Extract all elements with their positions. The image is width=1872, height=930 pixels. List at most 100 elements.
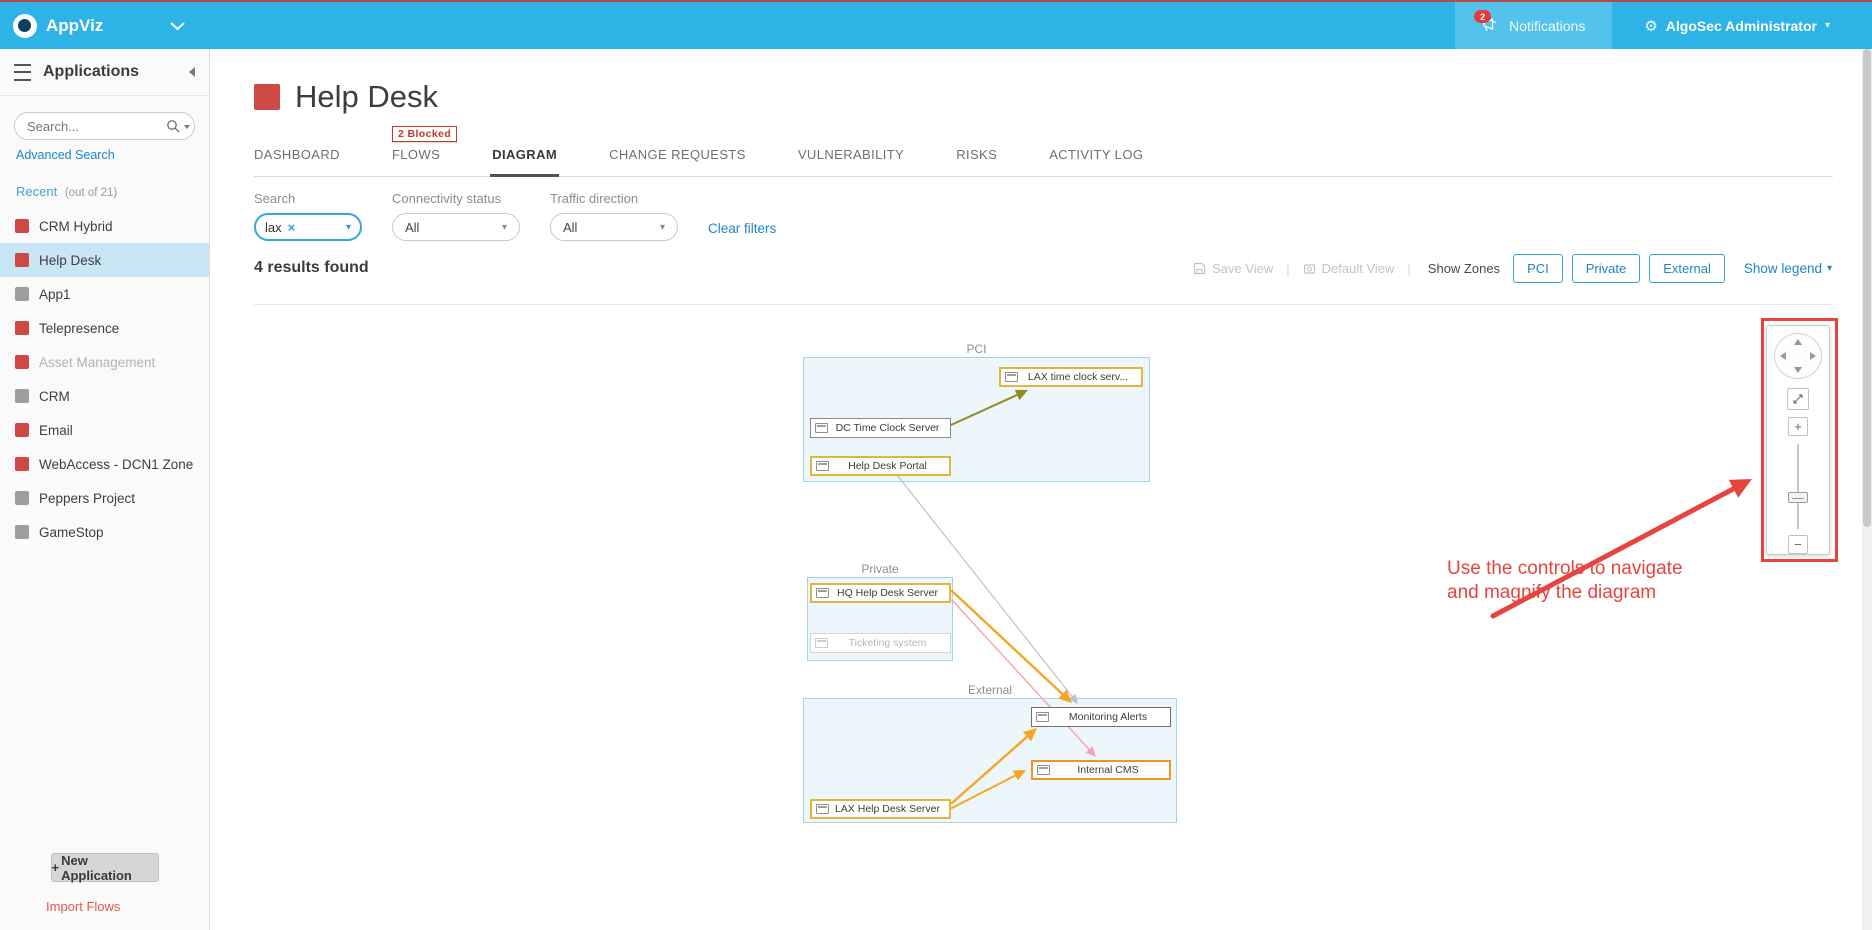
node-help-desk-portal[interactable]: Help Desk Portal [810,456,951,476]
node-label: LAX time clock serv... [1018,371,1141,383]
connectivity-filter-group: Connectivity status All ▾ [392,191,520,241]
brand-name: AppViz [46,16,103,36]
show-legend-link[interactable]: Show legend ▾ [1744,261,1832,276]
server-icon [1005,372,1018,382]
node-monitoring-alerts[interactable]: Monitoring Alerts [1031,707,1171,727]
search-filter-input[interactable]: lax × ▾ [254,213,362,241]
default-view-button[interactable]: Default View [1303,261,1395,276]
tab-activity-log[interactable]: ACTIVITY LOG [1049,147,1143,176]
sidebar-item-crm-hybrid[interactable]: CRM Hybrid [0,209,209,243]
zoom-slider-track [1797,444,1799,529]
pan-left-icon[interactable] [1780,352,1786,360]
chevron-down-icon[interactable] [169,21,186,31]
sidebar-search [14,112,195,140]
app-label: Help Desk [39,253,101,268]
sidebar-item-email[interactable]: Email [0,413,209,447]
top-edge-strip [0,0,1872,2]
search-filter-label: Search [254,191,362,206]
notifications-button[interactable]: 2 Notifications [1455,2,1612,49]
tab-diagram[interactable]: DIAGRAM [492,147,557,176]
app-label: WebAccess - DCN1 Zone [39,457,193,472]
tab-change-requests[interactable]: CHANGE REQUESTS [609,147,746,176]
separator: | [1286,261,1289,276]
select-caret-down-icon: ▾ [502,222,507,233]
main-content: Help Desk DASHBOARD2 BlockedFLOWSDIAGRAM… [210,49,1872,930]
results-summary: 4 results found [254,259,369,277]
sidebar-item-webaccess-dcn1-zone[interactable]: WebAccess - DCN1 Zone [0,447,209,481]
new-application-button[interactable]: + New Application [51,853,159,882]
node-lax-help-desk-server[interactable]: LAX Help Desk Server [810,799,951,819]
sidebar-item-app1[interactable]: App1 [0,277,209,311]
pan-right-icon[interactable] [1810,352,1816,360]
sidebar-item-help-desk[interactable]: Help Desk [0,243,209,277]
tab-flows[interactable]: 2 BlockedFLOWS [392,147,440,176]
fullscreen-button[interactable] [1787,388,1809,409]
search-options-caret-icon[interactable] [184,125,190,129]
sidebar-header: Applications [0,49,209,96]
filters-row: Search lax × ▾ Connectivity status All ▾… [254,191,776,241]
app-label: Peppers Project [39,491,135,506]
zone-button-pci[interactable]: PCI [1513,254,1563,283]
node-label: Internal CMS [1050,764,1169,776]
sidebar-item-gamestop[interactable]: GameStop [0,515,209,549]
zone-buttons: PCI Private External [1513,254,1725,283]
tab-vulnerability[interactable]: VULNERABILITY [798,147,904,176]
scrollbar-thumb[interactable] [1863,49,1871,527]
search-filter-group: Search lax × ▾ [254,191,362,241]
zoom-in-button[interactable]: + [1788,417,1808,436]
collapse-sidebar-icon[interactable] [189,67,195,77]
traffic-direction-select[interactable]: All ▾ [550,213,678,241]
chip-caret-down-icon[interactable]: ▾ [346,222,351,233]
traffic-value: All [563,220,577,235]
advanced-search-link[interactable]: Advanced Search [16,148,209,162]
zoom-slider[interactable] [1767,440,1829,533]
caret-down-icon: ▾ [1825,20,1830,31]
connectivity-select[interactable]: All ▾ [392,213,520,241]
recent-header: Recent (out of 21) [16,184,209,199]
results-actions: Save View | Default View | Show Zones PC… [1193,254,1832,283]
zone-button-external[interactable]: External [1649,254,1725,283]
zoom-out-button[interactable]: − [1788,535,1808,554]
app-color-icon [15,389,29,403]
pan-up-icon[interactable] [1794,339,1802,345]
node-ticketing-system[interactable]: Ticketing system [810,633,951,653]
select-caret-down-icon: ▾ [660,222,665,233]
vertical-scrollbar[interactable] [1862,49,1872,930]
tab-label: ACTIVITY LOG [1049,147,1143,162]
menu-icon[interactable] [14,64,31,81]
zoom-slider-handle[interactable] [1788,492,1808,503]
chip-remove-icon[interactable]: × [288,220,296,235]
applications-sidebar: Applications Advanced Search Recent (out… [0,49,210,930]
node-hq-help-desk-server[interactable]: HQ Help Desk Server [810,583,951,603]
sidebar-item-peppers-project[interactable]: Peppers Project [0,481,209,515]
blocked-badge: 2 Blocked [392,126,457,142]
import-flows-link[interactable]: Import Flows [46,899,209,914]
save-view-button[interactable]: Save View [1193,261,1273,276]
node-lax-time-clock-serv[interactable]: LAX time clock serv... [999,367,1143,387]
appviz-logo [13,14,37,38]
tab-dashboard[interactable]: DASHBOARD [254,147,340,176]
app-color-icon [15,457,29,471]
pan-down-icon[interactable] [1794,367,1802,373]
clear-filters-link[interactable]: Clear filters [708,221,776,241]
sidebar-item-crm[interactable]: CRM [0,379,209,413]
tab-risks[interactable]: RISKS [956,147,997,176]
search-icon[interactable] [166,119,180,133]
notifications-label: Notifications [1509,18,1585,34]
app-color-icon [15,321,29,335]
app-label: CRM [39,389,70,404]
node-internal-cms[interactable]: Internal CMS [1031,760,1171,780]
show-zones-label: Show Zones [1428,261,1500,276]
pan-control[interactable] [1774,333,1822,379]
server-icon [815,638,828,648]
server-icon [815,423,828,433]
zone-button-private[interactable]: Private [1572,254,1640,283]
app-label: Telepresence [39,321,119,336]
tab-label: FLOWS [392,147,440,162]
server-icon [816,804,829,814]
sidebar-item-telepresence[interactable]: Telepresence [0,311,209,345]
app-color-icon [15,253,29,267]
user-menu[interactable]: ⚙ AlgoSec Administrator ▾ [1644,17,1830,35]
node-dc-time-clock-server[interactable]: DC Time Clock Server [810,418,951,438]
sidebar-item-asset-management[interactable]: Asset Management [0,345,209,379]
